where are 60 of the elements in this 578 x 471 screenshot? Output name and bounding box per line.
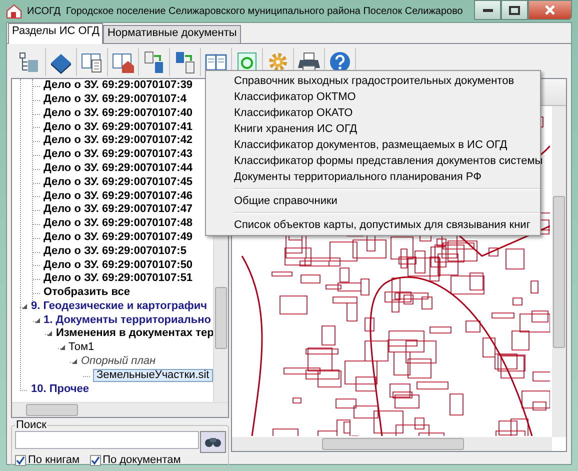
tree-node[interactable]: Дело о ЗУ. 69:29:0070107:50: [42, 260, 194, 271]
checkbox-label: По документам: [102, 454, 181, 466]
checkbox-label: По книгам: [28, 454, 80, 466]
tree-node[interactable]: Дело о ЗУ. 69:29:0070107:47: [42, 204, 194, 216]
expanded-triangle-icon[interactable]: [22, 304, 27, 309]
horizontal-scrollbar[interactable]: [12, 402, 228, 417]
menu-item[interactable]: Справочник выходных градостроительных документов: [208, 73, 540, 89]
search-field[interactable]: [15, 431, 199, 449]
horizontal-scrollbar[interactable]: [232, 437, 552, 451]
menu-item[interactable]: Классификатор ОКАТО: [208, 105, 540, 121]
menu-item[interactable]: Книги хранения ИС ОГД: [208, 121, 540, 137]
tree-node[interactable]: Отобразить все: [42, 287, 131, 299]
tree-node[interactable]: Опорный план: [80, 356, 157, 368]
close-icon: [545, 5, 555, 15]
tree-node[interactable]: Дело о ЗУ. 69:29:0070107:42: [42, 135, 194, 147]
tree-node[interactable]: Дело о ЗУ. 69:29:0070107:5: [42, 246, 188, 258]
tree-node[interactable]: Изменения в документах тер: [55, 328, 215, 340]
checkbox[interactable]: [90, 454, 101, 466]
menu-item[interactable]: Классификатор ОКТМО: [208, 89, 540, 105]
tree-node[interactable]: Дело о ЗУ. 69:29:0070107:41: [42, 122, 194, 134]
menu-item[interactable]: Классификатор формы представления документов системы: [208, 153, 540, 169]
expanded-triangle-icon[interactable]: [47, 331, 52, 336]
search-label: Поиск: [15, 419, 48, 431]
tree-node[interactable]: Дело о ЗУ. 69:29:0070107:39: [42, 80, 194, 92]
minimize-icon: [482, 8, 492, 12]
minimize-button[interactable]: [474, 0, 501, 20]
file-node[interactable]: ЗемельныеУчастки.sit: [92, 368, 214, 382]
tree-node[interactable]: Том1: [68, 342, 96, 354]
tree-node[interactable]: Дело о ЗУ. 69:29:0070107:51: [42, 273, 194, 285]
tree-node[interactable]: Дело о ЗУ. 69:29:0070107:43: [42, 149, 194, 161]
vertical-scrollbar[interactable]: [552, 106, 566, 437]
window-title: ИСОГД Городское поселение Селижаровского муниципального района Поселок Селижарово: [27, 6, 463, 16]
tab[interactable]: Нормативные документы: [103, 25, 241, 43]
tree-node[interactable]: Дело о ЗУ. 69:29:0070107:44: [42, 162, 194, 174]
binoculars-icon: [204, 436, 222, 448]
maximize-icon: [509, 6, 520, 14]
menu-item[interactable]: Общие справочники: [208, 193, 540, 209]
tree-node[interactable]: Дело о ЗУ. 69:29:0070107:40: [42, 108, 194, 120]
tree-node[interactable]: Дело о ЗУ. 69:29:0070107:46: [42, 190, 194, 202]
menu-item[interactable]: Список объектов карты, допустимых для связывания книг: [208, 217, 540, 233]
checkmark-icon: [16, 456, 25, 464]
tree-node[interactable]: Дело о ЗУ. 69:29:0070107:45: [42, 176, 194, 188]
tree-node[interactable]: Дело о ЗУ. 69:29:0070107:48: [42, 218, 194, 230]
tree-node[interactable]: Дело о ЗУ. 69:29:0070107:49: [42, 232, 194, 244]
close-button[interactable]: [528, 0, 572, 20]
expanded-triangle-icon[interactable]: [72, 358, 77, 364]
tree-node[interactable]: Дело о ЗУ. 69:29:0070107:4: [42, 94, 188, 106]
tree-node[interactable]: 10. Прочее: [30, 384, 90, 396]
tab[interactable]: Разделы ИС ОГД: [8, 23, 104, 44]
maximize-button[interactable]: [501, 0, 528, 20]
menu-item[interactable]: Документы территориального планирования РФ: [208, 169, 540, 185]
tree-node[interactable]: 1. Документы территориально: [42, 314, 212, 326]
expanded-triangle-icon[interactable]: [60, 345, 64, 350]
binoculars-button[interactable]: [200, 431, 226, 453]
expanded-triangle-icon[interactable]: [34, 318, 40, 323]
house-icon: [6, 3, 22, 19]
menu-item[interactable]: Классификатор документов, размещаемых в ИС ОГД: [208, 137, 540, 153]
tree-node[interactable]: 9. Геодезические и картографич: [30, 300, 208, 312]
checkmark-icon: [90, 456, 100, 464]
checkbox[interactable]: [15, 454, 26, 466]
